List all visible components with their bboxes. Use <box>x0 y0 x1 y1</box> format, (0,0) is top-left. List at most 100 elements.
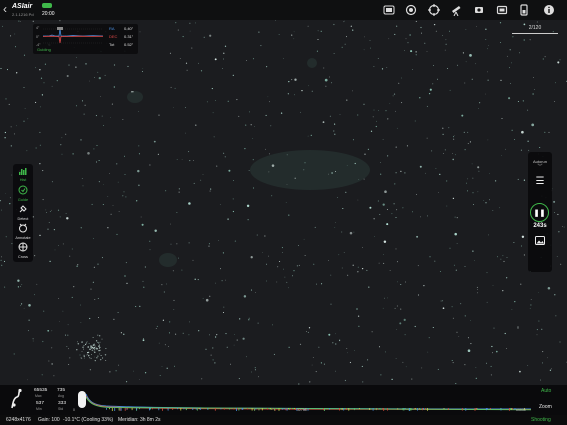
histogram-tick <box>510 408 512 410</box>
list-menu-icon[interactable]: ☰ <box>528 176 552 187</box>
star <box>402 361 404 363</box>
star <box>500 155 502 157</box>
histogram-tick <box>427 408 428 411</box>
zoom-button[interactable]: Zoom <box>539 404 552 410</box>
star <box>103 184 104 186</box>
star <box>14 46 17 48</box>
star <box>559 341 561 343</box>
star <box>396 209 398 211</box>
star <box>523 179 526 181</box>
star <box>265 148 266 150</box>
star <box>362 247 363 248</box>
auto-stretch-button[interactable]: Auto <box>541 388 551 394</box>
star <box>442 133 444 136</box>
star <box>35 147 37 149</box>
star <box>95 115 97 117</box>
pause-button[interactable]: ❚❚ <box>530 203 549 222</box>
star <box>117 311 119 314</box>
star <box>14 33 16 35</box>
chevron-down-icon[interactable]: ︾ <box>528 165 552 170</box>
star <box>188 334 190 336</box>
star <box>477 166 480 169</box>
star <box>268 255 269 257</box>
star <box>81 178 83 179</box>
star <box>248 319 250 321</box>
star <box>89 369 92 371</box>
star <box>557 213 559 215</box>
star <box>328 333 331 336</box>
tool-guide[interactable]: Guide <box>13 185 33 202</box>
star <box>445 43 447 45</box>
star <box>10 35 12 37</box>
star <box>409 34 411 36</box>
gallery-icon[interactable] <box>528 236 552 247</box>
guiding-graph-panel[interactable]: 4" 0" -4" RA 0.40" DEC 0.31" Tot 0.52" G… <box>33 24 138 54</box>
star <box>138 153 140 155</box>
histogram-tick <box>372 408 374 411</box>
star <box>313 263 315 265</box>
focuser-icon[interactable] <box>472 3 486 17</box>
star <box>346 348 348 349</box>
star <box>478 170 480 172</box>
histogram-tick <box>354 408 355 411</box>
storage-icon[interactable] <box>517 3 531 17</box>
star <box>377 200 379 202</box>
info-icon[interactable] <box>542 3 556 17</box>
star <box>1 264 3 266</box>
star <box>0 67 2 70</box>
stretch-curve-icon[interactable] <box>10 388 28 415</box>
star <box>540 379 541 381</box>
star <box>142 280 144 282</box>
star <box>511 62 512 64</box>
star <box>523 254 525 256</box>
star <box>213 136 215 138</box>
histogram-tick <box>214 408 216 411</box>
device-icon[interactable] <box>495 3 509 17</box>
star <box>208 243 210 245</box>
star <box>212 359 214 361</box>
star <box>3 260 6 262</box>
hist-avg-label: Avg <box>58 394 64 398</box>
star <box>39 234 41 237</box>
wifi-icon[interactable] <box>382 3 396 17</box>
histogram-tick <box>383 408 385 411</box>
preview-image[interactable] <box>0 0 567 425</box>
star <box>1 209 3 211</box>
star <box>27 330 29 332</box>
star <box>461 114 464 117</box>
histogram-tick <box>281 408 283 410</box>
tool-hist[interactable]: Hist <box>13 167 33 182</box>
star <box>454 216 456 218</box>
star <box>39 106 41 108</box>
star <box>477 292 479 294</box>
histogram-black-point-handle[interactable] <box>78 391 86 408</box>
star <box>202 297 204 299</box>
back-chevron-icon[interactable]: ‹ <box>3 3 7 15</box>
star <box>330 303 332 305</box>
star <box>51 181 53 183</box>
star <box>228 169 231 172</box>
star <box>557 61 560 64</box>
star <box>298 264 300 266</box>
star <box>97 316 99 318</box>
tool-detect[interactable]: Detect <box>13 204 33 221</box>
status-meridian: Meridian: 3h 8m 2s <box>118 417 161 423</box>
star <box>426 137 428 139</box>
histogram-tick <box>247 408 248 410</box>
star <box>68 363 70 365</box>
cluster-star <box>89 348 91 350</box>
tool-cross[interactable]: Cross <box>13 242 33 259</box>
star <box>492 284 494 286</box>
telescope-icon[interactable] <box>449 3 463 17</box>
tool-annotate[interactable]: Annotate <box>13 223 33 240</box>
star <box>4 137 6 139</box>
star <box>388 38 390 40</box>
star <box>84 104 86 106</box>
star <box>10 126 12 128</box>
target-icon[interactable] <box>427 3 441 17</box>
star <box>324 78 328 82</box>
star <box>283 268 284 270</box>
star <box>182 332 184 334</box>
camera-icon[interactable] <box>404 3 418 17</box>
star <box>400 77 402 79</box>
